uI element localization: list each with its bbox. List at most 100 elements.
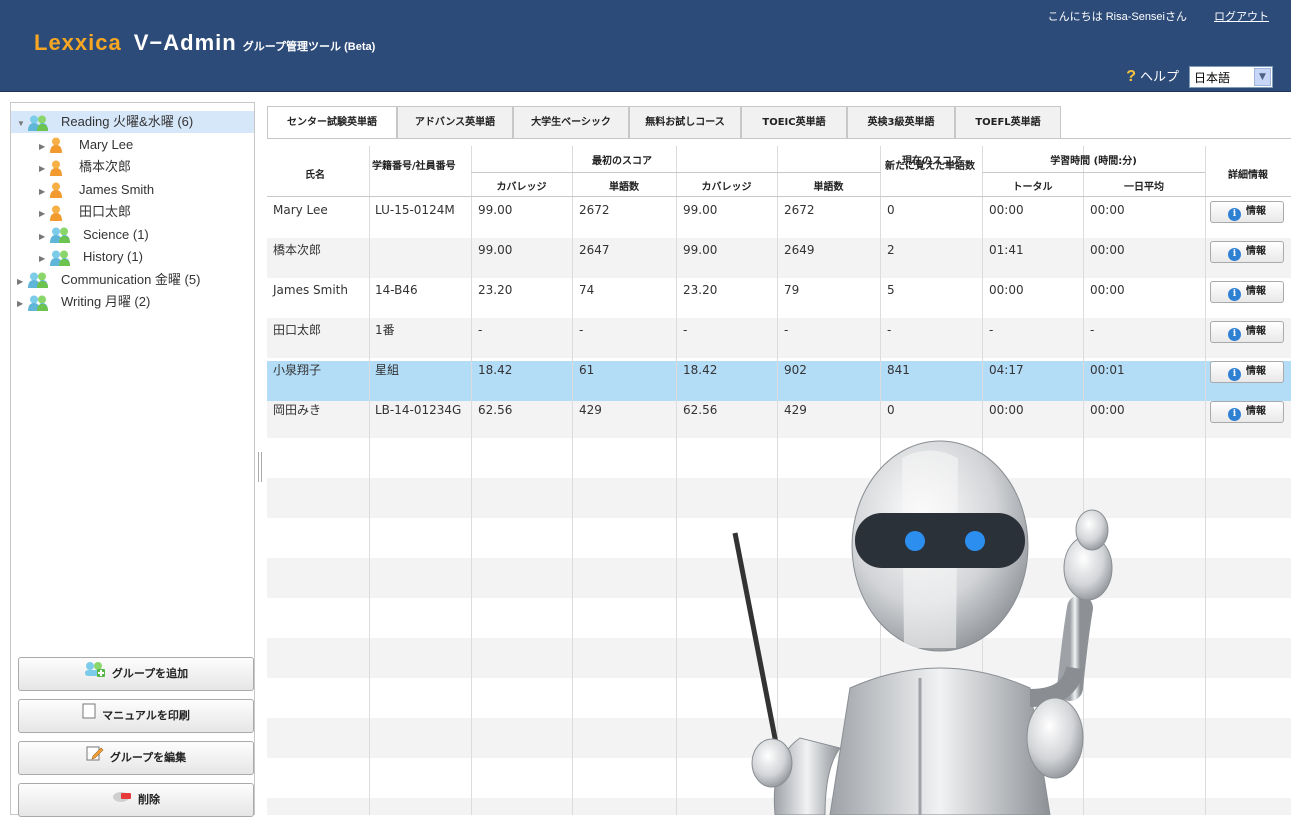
tree-group-item[interactable]: ▶ Science (1) (11, 224, 254, 246)
greeting-text: こんにちは Risa-Senseiさん (1047, 11, 1187, 23)
tree-item-label: 橋本次郎 (79, 159, 132, 174)
tree-user-item[interactable]: ▶ Mary Lee (11, 134, 254, 156)
tree-group-item[interactable]: ▼ Reading 火曜&水曜 (6) (11, 111, 254, 133)
tree-group-item[interactable]: ▶ Communication 金曜 (5) (11, 269, 254, 291)
collapse-arrow-icon[interactable]: ▶ (17, 293, 27, 315)
tree-group-item[interactable]: ▶ Writing 月曜 (2) (11, 291, 254, 313)
tab-university-basic[interactable]: 大学生ベーシック (513, 106, 629, 138)
info-label: 情報 (1246, 366, 1266, 377)
app-header: Lexxica V−Admin グループ管理ツール (Beta) こんにちは Ris… (0, 0, 1291, 92)
cell-total-time: 00:00 (989, 203, 1024, 217)
cell-initial-words: 2647 (579, 243, 610, 257)
tab-toefl[interactable]: TOEFL英単語 (955, 106, 1061, 138)
edit-icon (86, 742, 104, 774)
header-bottom-line (267, 196, 1291, 197)
panel-splitter[interactable] (258, 452, 262, 482)
col-header-initial-score: 最初のスコア (592, 156, 652, 167)
cell-new-words: 0 (887, 403, 895, 417)
collapse-arrow-icon[interactable]: ▶ (39, 226, 49, 248)
tree-user-item[interactable]: ▶ 橋本次郎 (11, 156, 254, 178)
cell-initial-coverage: 99.00 (478, 243, 513, 257)
column-divider (572, 146, 573, 815)
collapse-arrow-icon[interactable]: ▶ (39, 158, 49, 180)
info-button[interactable]: i 情報 (1210, 321, 1284, 343)
header-divider (471, 172, 881, 173)
collapse-arrow-icon[interactable]: ▶ (39, 181, 49, 203)
collapse-arrow-icon[interactable]: ▶ (17, 271, 27, 293)
info-button[interactable]: i 情報 (1210, 401, 1284, 423)
tab-advance[interactable]: アドバンス英単語 (397, 106, 513, 138)
chevron-down-icon[interactable]: ▼ (1254, 68, 1271, 86)
cell-initial-words: 429 (579, 403, 602, 417)
cell-student-id: 14-B46 (375, 283, 418, 297)
cell-name: 田口太郎 (273, 323, 322, 337)
info-icon: i (1228, 328, 1241, 341)
delete-button[interactable]: 削除 (18, 783, 254, 817)
cell-daily-average: 00:01 (1090, 363, 1125, 377)
tab-free-trial[interactable]: 無料お試しコース (629, 106, 741, 138)
tab-eiken3[interactable]: 英検3級英単語 (847, 106, 955, 138)
product-name: V−Admin (133, 30, 237, 55)
user-icon (49, 160, 63, 176)
user-icon (49, 205, 63, 221)
column-divider (676, 146, 677, 815)
expand-arrow-icon[interactable]: ▼ (17, 113, 27, 135)
info-label: 情報 (1246, 286, 1266, 297)
info-button[interactable]: i 情報 (1210, 241, 1284, 263)
cell-current-words: 2672 (784, 203, 815, 217)
collapse-arrow-icon[interactable]: ▶ (39, 203, 49, 225)
info-button[interactable]: i 情報 (1210, 281, 1284, 303)
language-select[interactable]: 日本語 ▼ (1189, 66, 1273, 88)
tree-user-item[interactable]: ▶ James Smith (11, 179, 254, 201)
cell-daily-average: - (1090, 323, 1095, 337)
cell-current-coverage: 99.00 (683, 203, 718, 217)
col-header-new-words: 新たに覚えた単語数 (885, 161, 975, 172)
cell-name: 小泉翔子 (273, 363, 322, 377)
info-icon: i (1228, 288, 1241, 301)
collapse-arrow-icon[interactable]: ▶ (39, 136, 49, 158)
info-label: 情報 (1246, 246, 1266, 257)
cell-name: 岡田みき (273, 403, 322, 417)
cell-daily-average: 00:00 (1090, 403, 1125, 417)
cell-new-words: 0 (887, 203, 895, 217)
add-group-icon (84, 658, 106, 690)
tree-group-item[interactable]: ▶ History (1) (11, 246, 254, 268)
col-header-current-words: 単語数 (813, 182, 844, 193)
help-link[interactable]: ? ヘルプ (1126, 66, 1179, 86)
cell-initial-coverage: - (478, 323, 483, 337)
tree-item-label: James Smith (79, 181, 155, 197)
app-logo: Lexxica V−Admin グループ管理ツール (Beta) (34, 30, 375, 56)
logout-link[interactable]: ログアウト (1214, 8, 1269, 24)
cell-current-coverage: 18.42 (683, 363, 718, 377)
tool-name: グループ管理ツール (Beta) (242, 41, 376, 53)
col-header-daily: 一日平均 (1124, 182, 1164, 193)
tab-toeic[interactable]: TOEIC英単語 (741, 106, 847, 138)
cell-initial-words: 61 (579, 363, 595, 377)
tab-center-exam[interactable]: センター試験英単語 (267, 106, 397, 139)
user-icon (49, 137, 63, 154)
col-header-name: 氏名 (305, 170, 325, 181)
cell-current-words: 429 (784, 403, 807, 417)
tree-user-item[interactable]: ▶ 田口太郎 (11, 201, 254, 223)
cell-name: 橋本次郎 (273, 243, 322, 257)
cell-daily-average: 00:00 (1090, 203, 1125, 217)
info-label: 情報 (1246, 206, 1266, 217)
column-divider (369, 146, 370, 815)
help-icon: ? (1126, 68, 1136, 85)
info-button[interactable]: i 情報 (1210, 361, 1284, 383)
brand-name: Lexxica (34, 30, 122, 55)
group-icon (49, 227, 71, 244)
info-icon: i (1228, 248, 1241, 261)
add-group-button[interactable]: グループを追加 (18, 657, 254, 691)
cell-total-time: 00:00 (989, 403, 1024, 417)
tree-item-label: 田口太郎 (79, 204, 132, 219)
edit-group-button[interactable]: グループを編集 (18, 741, 254, 775)
print-manual-button[interactable]: マニュアルを印刷 (18, 699, 254, 733)
info-label: 情報 (1246, 406, 1266, 417)
cell-current-coverage: 99.00 (683, 243, 718, 257)
info-button[interactable]: i 情報 (1210, 201, 1284, 223)
student-table: 氏名 学籍番号/社員番号 最初のスコア 現在のスコア カバレッジ 単語数 カバレ… (267, 146, 1291, 815)
collapse-arrow-icon[interactable]: ▶ (39, 248, 49, 270)
cell-name: Mary Lee (273, 203, 328, 217)
cell-initial-coverage: 18.42 (478, 363, 513, 377)
